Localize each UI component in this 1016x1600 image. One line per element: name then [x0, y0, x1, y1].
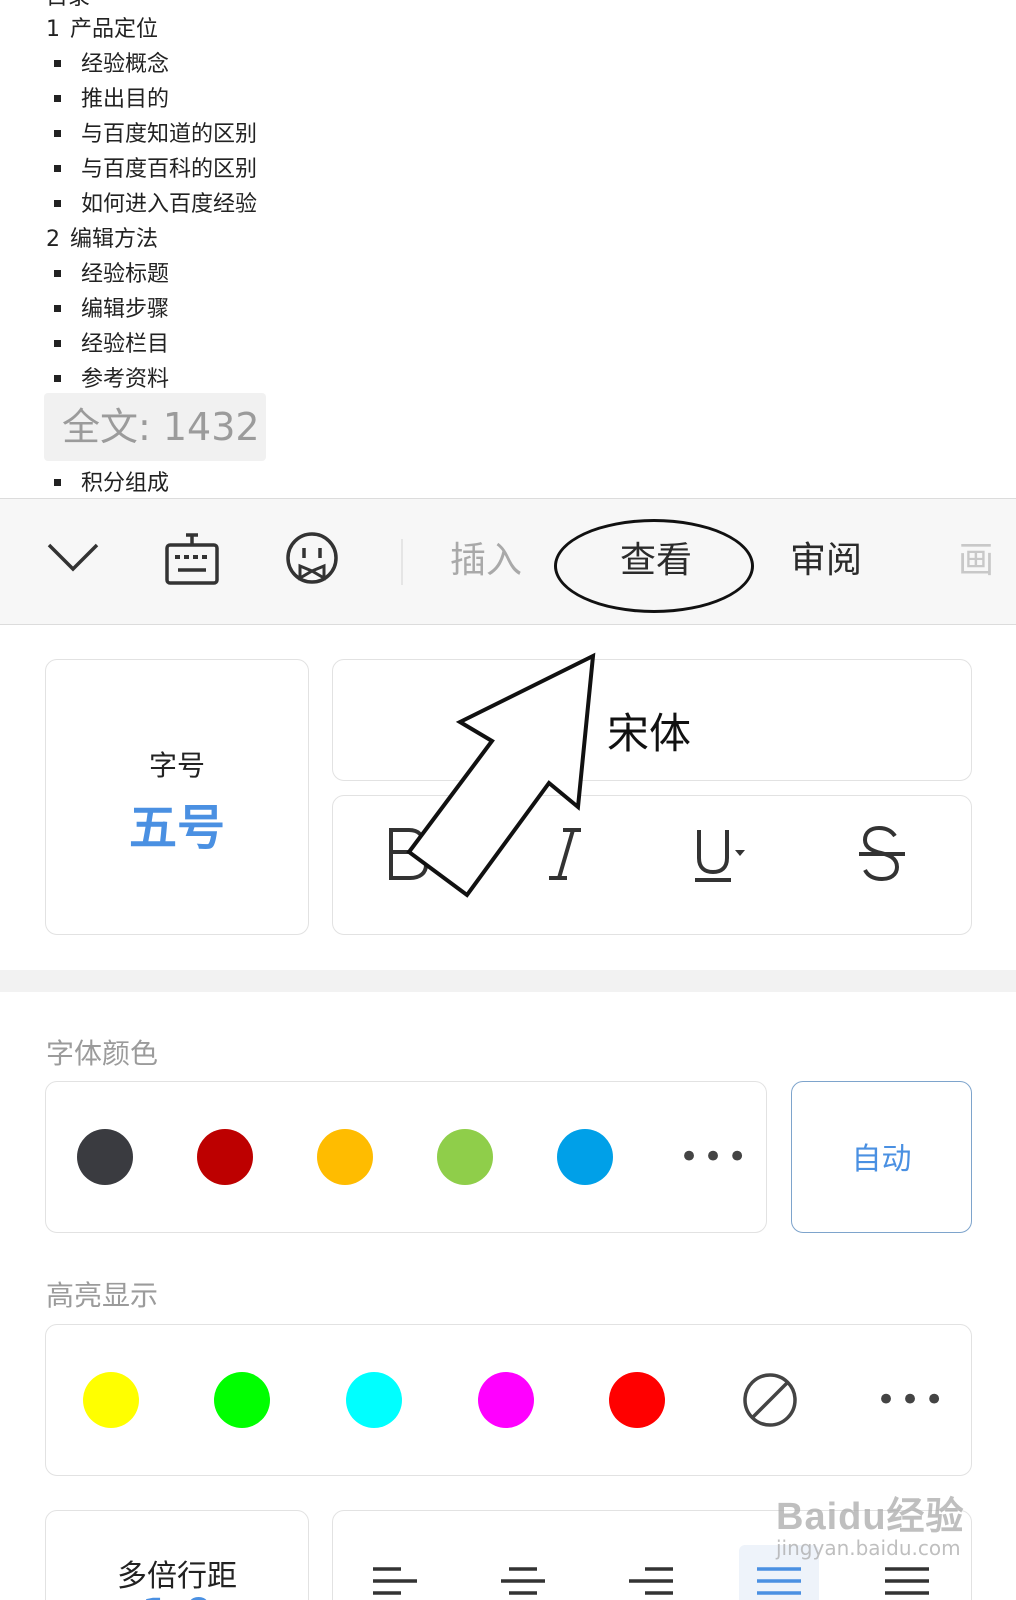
- annotation-arrow: [406, 652, 596, 898]
- watermark-sub: jingyan.baidu.com: [776, 1536, 961, 1560]
- baidu-watermark: Baidu经验 jingyan.baidu.com: [776, 1485, 965, 1560]
- watermark-main: Baidu经验: [776, 1496, 965, 1538]
